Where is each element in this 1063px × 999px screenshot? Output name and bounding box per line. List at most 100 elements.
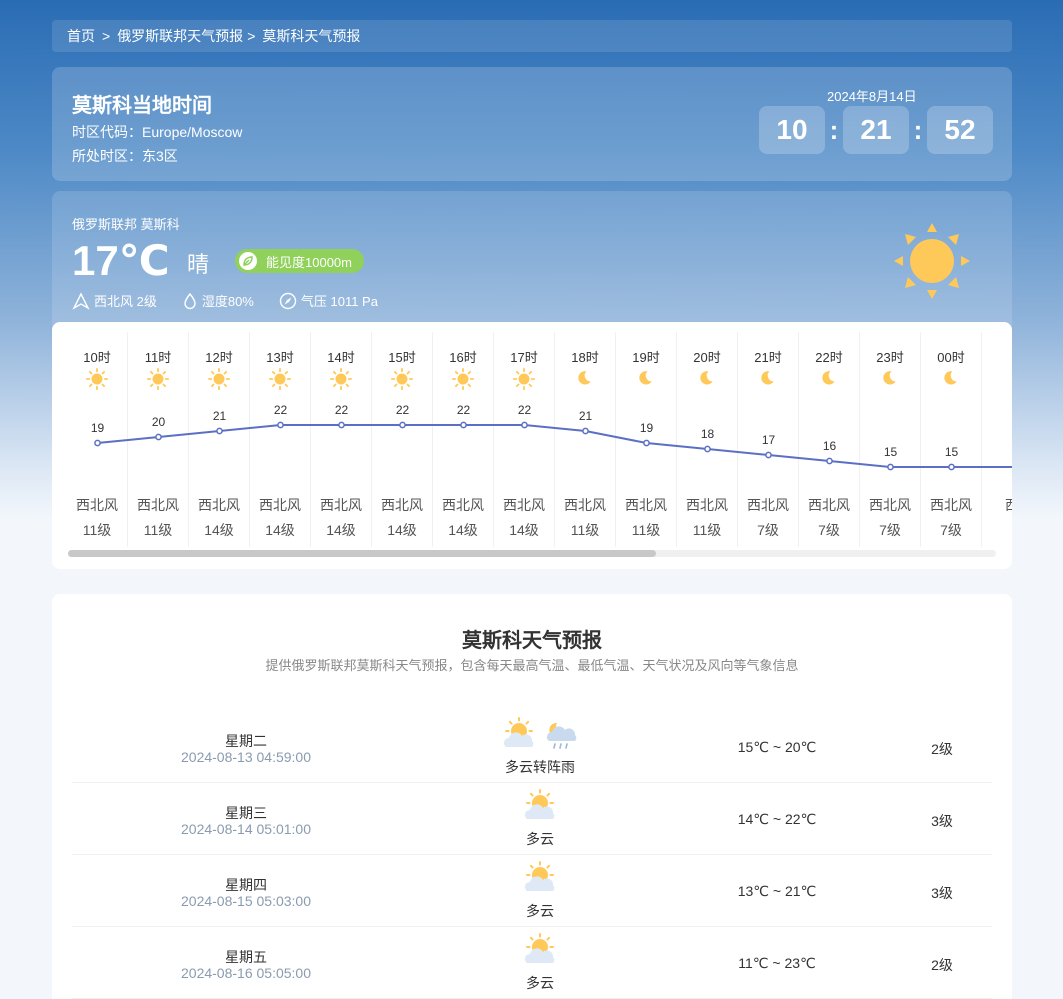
digital-clock: 10 : 21 : 52 bbox=[759, 106, 993, 154]
forecast-description: 多云 bbox=[526, 831, 554, 847]
leaf-icon bbox=[239, 252, 257, 270]
forecast-row: 星期四 2024-08-15 05:03:00 多云 13℃ ~ 21℃ 3级 bbox=[72, 855, 992, 927]
sun-icon bbox=[894, 223, 970, 299]
temperature-point bbox=[216, 427, 223, 435]
forecast-weekday: 星期五 bbox=[225, 949, 267, 965]
forecast-row: 星期二 2024-08-13 04:59:00 多云转阵雨 15℃ ~ 20℃ 2级 bbox=[72, 711, 992, 783]
forecast-datetime: 2024-08-16 05:05:00 bbox=[181, 965, 311, 981]
local-time-title: 莫斯科当地时间 bbox=[72, 95, 212, 117]
temperature-point bbox=[826, 457, 833, 465]
forecast-icons bbox=[490, 861, 590, 895]
forecast-row: 星期三 2024-08-14 05:01:00 多云 14℃ ~ 22℃ 3级 bbox=[72, 783, 992, 855]
breadcrumb-home-link[interactable]: 首页 bbox=[67, 26, 95, 46]
current-condition: 晴 bbox=[187, 252, 210, 277]
forecast-wind-level: 2级 bbox=[931, 957, 953, 973]
temperature-label: 16 bbox=[823, 439, 837, 453]
forecast-title: 莫斯科天气预报 bbox=[462, 630, 602, 652]
forecast-description: 多云 bbox=[526, 903, 554, 919]
clock-second: 52 bbox=[927, 106, 993, 154]
temperature-label: 21 bbox=[213, 409, 227, 423]
partly-cloudy-icon bbox=[525, 933, 555, 963]
forecast-icons bbox=[490, 717, 590, 751]
forecast-temp-range: 14℃ ~ 22℃ bbox=[737, 811, 817, 827]
temperature-point bbox=[887, 463, 894, 471]
clock-colon: : bbox=[829, 114, 839, 145]
temperature-point bbox=[704, 445, 711, 453]
temperature-point bbox=[155, 433, 162, 441]
temperature-point bbox=[399, 421, 406, 429]
forecast-weekday: 星期二 bbox=[225, 733, 267, 749]
visibility-text: 能见度10000m bbox=[266, 254, 352, 270]
current-metrics: 西北风 2级 湿度80% 气压 1011 Pa bbox=[72, 291, 403, 310]
scrollbar-thumb[interactable] bbox=[68, 550, 656, 557]
cloud-rain-icon bbox=[547, 722, 577, 749]
forecast-wind-level: 3级 bbox=[931, 813, 953, 829]
temperature-point bbox=[94, 439, 101, 447]
current-temperature: 17℃ bbox=[72, 237, 170, 284]
temperature-label: 21 bbox=[579, 409, 593, 423]
compass-icon bbox=[279, 292, 297, 309]
partly-cloudy-icon bbox=[504, 717, 534, 747]
wind-direction-icon bbox=[72, 291, 90, 310]
temperature-point bbox=[765, 451, 772, 459]
humidity-metric: 湿度80% bbox=[182, 291, 254, 310]
pressure-metric: 气压 1011 Pa bbox=[279, 291, 378, 310]
breadcrumb-country-link[interactable]: 俄罗斯联邦天气预报 bbox=[117, 26, 243, 46]
forecast-wind-level: 2级 bbox=[931, 741, 953, 757]
clock-minute: 21 bbox=[843, 106, 909, 154]
forecast-datetime: 2024-08-14 05:01:00 bbox=[181, 821, 311, 837]
temperature-label: 22 bbox=[518, 403, 532, 417]
temperature-point bbox=[521, 421, 528, 429]
temperature-point bbox=[643, 439, 650, 447]
forecast-description: 多云转阵雨 bbox=[505, 759, 575, 775]
partly-cloudy-icon bbox=[525, 861, 555, 891]
temperature-point bbox=[948, 463, 955, 471]
temperature-point bbox=[460, 421, 467, 429]
temperature-point bbox=[277, 421, 284, 429]
forecast-datetime: 2024-08-15 05:03:00 bbox=[181, 893, 311, 909]
forecast-subtitle: 提供俄罗斯联邦莫斯科天气预报，包含每天最高气温、最低气温、天气状况及风向等气象信… bbox=[265, 658, 799, 673]
current-location: 俄罗斯联邦 莫斯科 bbox=[72, 217, 180, 232]
daily-forecast-panel: 莫斯科天气预报 提供俄罗斯联邦莫斯科天气预报，包含每天最高气温、最低气温、天气状… bbox=[52, 594, 1012, 999]
temperature-point bbox=[582, 427, 589, 435]
droplet-icon bbox=[184, 292, 196, 309]
forecast-icons bbox=[490, 789, 590, 823]
temperature-point bbox=[338, 421, 345, 429]
forecast-description: 多云 bbox=[526, 975, 554, 991]
hourly-temperature-chart: 19 20 21 22 22 22 22 22 21 19 18 17 16 15 15 bbox=[91, 403, 1012, 471]
forecast-icons bbox=[490, 933, 590, 967]
clock-colon: : bbox=[913, 114, 923, 145]
clock-hour: 10 bbox=[759, 106, 825, 154]
temperature-label: 22 bbox=[274, 403, 288, 417]
breadcrumb: 首页 > 俄罗斯联邦天气预报 > 莫斯科天气预报 bbox=[52, 20, 1012, 52]
forecast-weekday: 星期三 bbox=[225, 805, 267, 821]
forecast-temp-range: 13℃ ~ 21℃ bbox=[737, 883, 817, 899]
forecast-weekday: 星期四 bbox=[225, 877, 267, 893]
breadcrumb-separator: > bbox=[102, 28, 111, 44]
local-date: 2024年8月14日 bbox=[827, 89, 917, 104]
temperature-line bbox=[97, 424, 1012, 468]
hourly-forecast-panel[interactable]: 10时 西北风 11级 11时 西北风 11级 12时 西北风 14级 13时 西北风 14级 14时西… bbox=[52, 322, 1012, 569]
temperature-label: 20 bbox=[152, 415, 166, 429]
temperature-label: 18 bbox=[701, 427, 715, 441]
temperature-label: 22 bbox=[335, 403, 349, 417]
partly-cloudy-icon bbox=[525, 789, 555, 819]
forecast-temp-range: 11℃ ~ 23℃ bbox=[738, 955, 816, 971]
humidity-text: 湿度80% bbox=[201, 294, 254, 309]
temperature-label: 17 bbox=[762, 433, 776, 447]
forecast-temp-range: 15℃ ~ 20℃ bbox=[737, 739, 817, 755]
forecast-wind-level: 3级 bbox=[931, 885, 953, 901]
timezone-code: 时区代码：Europe/Moscow bbox=[72, 124, 243, 140]
temperature-label: 15 bbox=[884, 445, 898, 459]
forecast-row: 星期五 2024-08-16 05:05:00 多云 11℃ ~ 23℃ 2级 bbox=[72, 927, 992, 999]
breadcrumb-separator: > bbox=[247, 28, 256, 44]
temperature-label: 19 bbox=[91, 421, 105, 435]
local-time-card: 莫斯科当地时间 时区代码：Europe/Moscow 所处时区：东3区 2024… bbox=[52, 67, 1012, 181]
temperature-label: 15 bbox=[945, 445, 959, 459]
visibility-badge: 能见度10000m bbox=[235, 249, 364, 273]
breadcrumb-city-link[interactable]: 莫斯科天气预报 bbox=[262, 26, 360, 46]
horizontal-scrollbar[interactable] bbox=[68, 550, 996, 557]
wind-text: 西北风 2级 bbox=[94, 294, 157, 309]
wind-metric: 西北风 2级 bbox=[72, 291, 157, 310]
pressure-text: 气压 1011 Pa bbox=[300, 294, 378, 309]
